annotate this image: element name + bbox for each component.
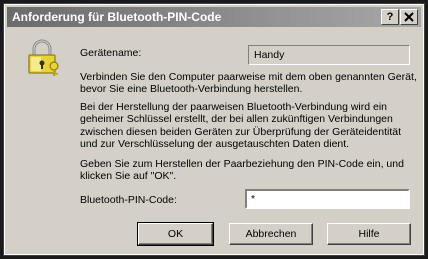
close-icon — [404, 12, 414, 22]
device-name-label: Gerätename: — [80, 47, 142, 59]
help-button[interactable]: Hilfe — [327, 223, 411, 245]
dialog-title: Anforderung für Bluetooth-PIN-Code — [12, 10, 222, 24]
instruction-paragraph-2: Bei der Herstellung der paarweisen Bluet… — [80, 101, 402, 151]
pin-request-dialog: Anforderung für Bluetooth-PIN-Code ? Ger… — [3, 3, 425, 256]
padlock-key-icon — [28, 39, 59, 76]
instruction-paragraph-3: Geben Sie zum Herstellen der Paarbeziehu… — [80, 158, 404, 183]
pin-code-label: Bluetooth-PIN-Code: — [80, 194, 177, 206]
pin-code-input[interactable] — [245, 189, 410, 209]
device-name-field: Handy — [248, 45, 410, 65]
cancel-button[interactable]: Abbrechen — [229, 223, 313, 245]
titlebar-help-button[interactable]: ? — [381, 9, 399, 25]
titlebar-close-button[interactable] — [400, 9, 418, 25]
title-bar: Anforderung für Bluetooth-PIN-Code ? — [7, 7, 421, 27]
ok-button[interactable]: OK — [137, 222, 214, 246]
instruction-paragraph-1: Verbinden Sie den Computer paarweise mit… — [80, 71, 417, 96]
